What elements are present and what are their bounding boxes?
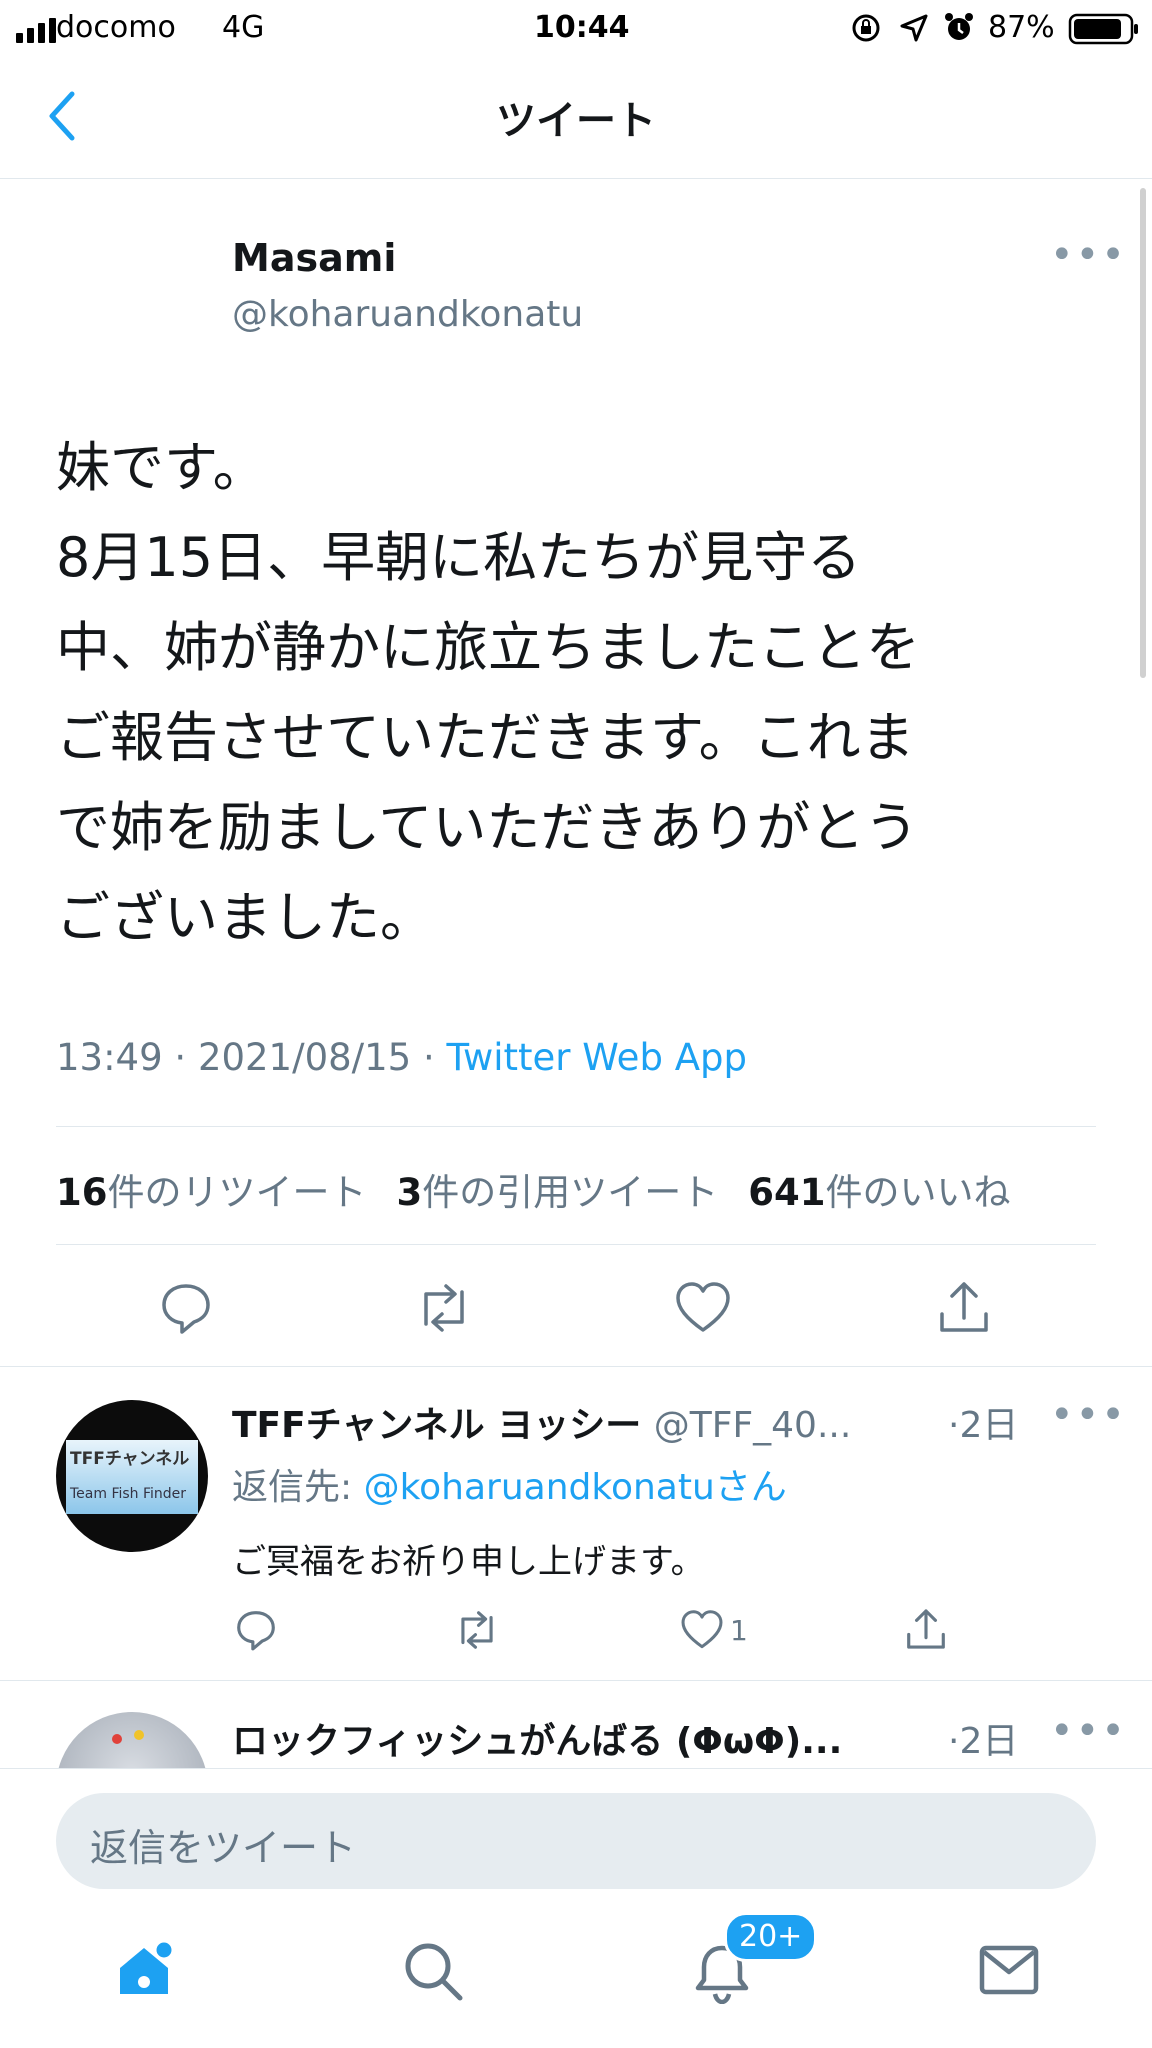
share-icon[interactable] bbox=[904, 1606, 948, 1652]
more-options-icon[interactable]: ••• bbox=[1050, 232, 1127, 278]
like-icon[interactable] bbox=[674, 1280, 732, 1336]
reply-author-name[interactable]: ロックフィッシュがんばる (ΦωΦ)... bbox=[232, 1712, 842, 1764]
reply-to-suffix: さん bbox=[714, 1467, 787, 1508]
location-icon bbox=[898, 12, 930, 44]
avatar-text: Team Fish Finder bbox=[70, 1486, 187, 1502]
tweet-text: 妹です。 8月15日、早朝に私たちが見守る 中、姉が静かに旅立ちましたことを ご… bbox=[56, 436, 920, 949]
orientation-lock-icon bbox=[850, 12, 882, 44]
scrollbar[interactable] bbox=[1140, 188, 1146, 678]
reply-icon[interactable] bbox=[158, 1280, 214, 1336]
notification-badge: 20+ bbox=[724, 1912, 818, 1962]
reply-to: 返信先: @koharuandkonatuさん bbox=[232, 1458, 787, 1510]
retweet-icon[interactable] bbox=[412, 1280, 476, 1336]
author-handle[interactable]: @koharuandkonatu bbox=[232, 294, 583, 335]
tab-bar: 20+ bbox=[0, 1898, 1152, 2048]
signal-icon bbox=[16, 18, 56, 43]
messages-icon[interactable] bbox=[978, 1944, 1040, 1998]
reply-avatar[interactable]: TFFチャンネル Team Fish Finder bbox=[56, 1400, 208, 1552]
reply-author-handle: @TFF_40... bbox=[653, 1405, 852, 1446]
like-count: 1 bbox=[730, 1614, 748, 1647]
battery-percent: 87% bbox=[988, 10, 1055, 45]
reply-icon[interactable] bbox=[234, 1608, 278, 1652]
retweet-icon[interactable] bbox=[452, 1608, 502, 1652]
alarm-icon bbox=[942, 10, 976, 44]
reply-text: ご冥福をお祈り申し上げます。 bbox=[232, 1542, 705, 1582]
clock: 10:44 bbox=[534, 10, 630, 45]
home-icon[interactable] bbox=[112, 1938, 176, 2002]
divider bbox=[56, 1126, 1096, 1127]
more-options-icon[interactable]: ••• bbox=[1050, 1392, 1127, 1438]
reply-age: ·2日 bbox=[948, 1721, 1019, 1762]
page-title: ツイート bbox=[496, 98, 656, 144]
reply-input[interactable]: 返信をツイート bbox=[56, 1793, 1096, 1889]
share-icon[interactable] bbox=[936, 1278, 992, 1336]
tweet-meta: 13:49 · 2021/08/15 · Twitter Web App bbox=[56, 1036, 747, 1079]
carrier-label: docomo bbox=[56, 10, 176, 45]
reply-compose-bar: 返信をツイート bbox=[0, 1768, 1152, 1899]
network-label: 4G bbox=[222, 10, 265, 45]
battery-icon bbox=[1068, 12, 1140, 46]
reply-age: ·2日 bbox=[948, 1405, 1019, 1446]
tweet-source[interactable]: Twitter Web App bbox=[447, 1036, 747, 1079]
more-options-icon[interactable]: ••• bbox=[1050, 1708, 1127, 1754]
reply-to-prefix: 返信先: bbox=[232, 1467, 364, 1508]
status-bar: docomo 4G 10:44 87% bbox=[0, 0, 1152, 60]
reply-avatar[interactable] bbox=[56, 1712, 208, 1768]
retweet-stat[interactable]: 16件のリツイート bbox=[56, 1171, 367, 1214]
author-name[interactable]: Masami bbox=[232, 236, 396, 280]
like-stat[interactable]: 641件のいいね bbox=[748, 1171, 1010, 1214]
tweet-date: 2021/08/15 bbox=[197, 1036, 412, 1079]
divider bbox=[0, 1680, 1152, 1681]
divider bbox=[56, 1244, 1096, 1245]
like-icon[interactable] bbox=[680, 1608, 724, 1652]
reply-input-placeholder: 返信をツイート bbox=[90, 1826, 357, 1870]
reply-to-handle[interactable]: @koharuandkonatu bbox=[364, 1467, 715, 1508]
reply-author-name: TFFチャンネル ヨッシー bbox=[232, 1405, 642, 1446]
nav-bar: ツイート bbox=[0, 60, 1152, 179]
avatar-text: TFFチャンネル bbox=[70, 1449, 190, 1469]
search-icon[interactable] bbox=[402, 1940, 464, 2002]
quote-stat[interactable]: 3件の引用ツイート bbox=[397, 1171, 719, 1214]
reply-author[interactable]: TFFチャンネル ヨッシー @TFF_40... bbox=[232, 1396, 851, 1448]
tweet-time: 13:49 bbox=[56, 1036, 163, 1079]
divider bbox=[0, 1366, 1152, 1367]
tweet-stats: 16件のリツイート 3件の引用ツイート 641件のいいね bbox=[56, 1162, 1010, 1216]
avatar[interactable] bbox=[56, 238, 176, 358]
